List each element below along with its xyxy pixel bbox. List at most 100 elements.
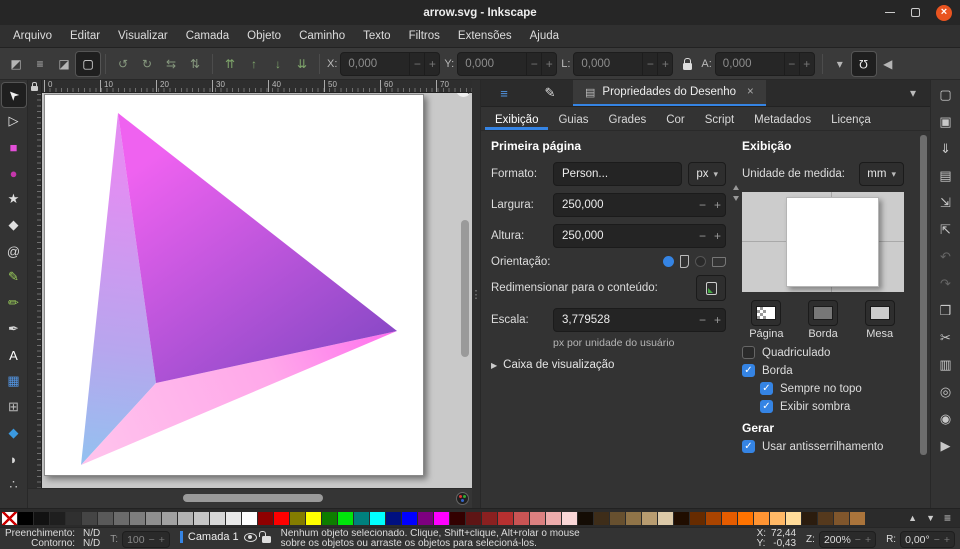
scale-input[interactable]: 3,779528 − + [553,308,726,332]
checkbox-row[interactable]: ✓ Sempre no topo [760,382,904,395]
menu-item[interactable]: Filtros [400,27,449,45]
decrement-icon[interactable]: − [149,534,155,546]
collapse-snapbar-button[interactable]: ◀ [876,52,900,76]
height-input[interactable]: 0,000 − + [714,51,815,76]
increment-icon[interactable]: + [541,52,556,75]
palette-swatch[interactable] [770,511,785,525]
format-input[interactable]: Person... [553,162,683,186]
menu-item[interactable]: Visualizar [109,27,177,45]
tool-button[interactable]: @ [2,239,26,263]
color-management-icon[interactable] [456,492,469,505]
resize-to-content-button[interactable] [696,275,726,301]
opacity-input[interactable]: 100 − + [122,531,170,548]
palette-swatch[interactable] [738,511,753,525]
command-button[interactable]: ▤ [935,166,957,186]
palette-swatch[interactable] [258,511,273,525]
palette-swatch[interactable] [354,511,369,525]
command-button[interactable]: ▢ [935,85,957,105]
panel-subtab[interactable]: Grades [599,107,657,130]
palette-swatch[interactable] [754,511,769,525]
panel-scrollbar[interactable] [920,135,927,455]
quick-zoom-button[interactable] [456,93,471,97]
increment-icon[interactable]: + [159,534,165,546]
horizontal-ruler[interactable]: 0 10 20 30 40 50 60 70 [42,80,472,93]
tab-document-properties[interactable]: ▤ Propriedades do Desenho × [573,80,766,106]
tool-button[interactable]: ● [2,161,26,185]
horizontal-scrollbar[interactable] [183,494,323,502]
palette-swatch[interactable] [546,511,561,525]
increment-icon[interactable]: + [798,52,814,75]
command-button[interactable]: ✂ [935,328,957,348]
toolbar-overflow-button[interactable]: ▾ [828,52,852,76]
palette-swatch[interactable] [274,511,289,525]
panel-subtab[interactable]: Metadados [744,107,821,130]
menu-item[interactable]: Ajuda [521,27,568,45]
palette-swatch[interactable] [82,511,97,525]
transform-button[interactable]: ⇅ [183,52,207,76]
checkbox[interactable]: ✓ [760,400,773,413]
palette-swatch[interactable] [34,511,49,525]
tool-button[interactable]: A [2,343,26,367]
canvas-viewport[interactable] [42,93,472,488]
width-input[interactable]: 0,000 − + [573,51,674,76]
decrement-icon[interactable]: − [695,198,710,212]
layer-indicator[interactable]: Camada 1 [179,531,271,543]
palette-swatch[interactable] [194,511,209,525]
zoom-input[interactable]: 200% − + [818,531,877,548]
palette-scroll-up-icon[interactable]: ▲ [908,513,917,523]
decrement-icon[interactable]: − [526,52,541,75]
display-unit-dropdown[interactable]: mm ▾ [859,162,904,186]
menu-item[interactable]: Caminho [290,27,354,45]
checkbox-row[interactable]: ✓ Quadriculado [742,346,904,359]
command-button[interactable]: ▣ [935,112,957,132]
palette-menu-icon[interactable]: ≡ [944,511,951,525]
palette-swatch[interactable] [578,511,593,525]
palette-swatch[interactable] [530,511,545,525]
palette-swatch[interactable] [482,511,497,525]
ruler-corner[interactable] [28,80,42,93]
palette-swatch[interactable] [562,511,577,525]
command-button[interactable]: ⇲ [935,193,957,213]
palette-swatch[interactable] [466,511,481,525]
increment-icon[interactable]: + [944,534,950,546]
decrement-icon[interactable]: − [934,534,940,546]
palette-scroll-down-icon[interactable]: ▼ [926,513,935,523]
link-dimensions-control[interactable] [733,185,739,201]
palette-swatch[interactable] [386,511,401,525]
vertical-scrollbar[interactable] [461,220,469,357]
rotation-input[interactable]: 0,00° − + [900,531,955,548]
color-swatch-button[interactable] [864,300,895,326]
palette-swatch[interactable] [498,511,513,525]
arrow-drawing[interactable] [45,95,425,477]
landscape-radio[interactable] [695,256,706,267]
select-option-button[interactable]: ◩ [4,52,28,76]
decrement-icon[interactable]: − [855,534,861,546]
palette-swatch[interactable] [402,511,417,525]
palette-swatch[interactable] [722,511,737,525]
layer-lock-icon[interactable] [258,531,271,543]
transform-button[interactable]: ⇆ [159,52,183,76]
palette-swatch[interactable] [18,511,33,525]
page-height-input[interactable]: 250,000 − + [553,224,726,248]
palette-swatch[interactable] [802,511,817,525]
antialias-checkbox-row[interactable]: ✓ Usar antisserrilhamento [742,440,904,453]
menu-item[interactable]: Texto [354,27,400,45]
tool-button[interactable]: ▦ [2,369,26,393]
palette-swatch[interactable] [690,511,705,525]
checkbox[interactable]: ✓ [742,364,755,377]
command-button[interactable]: ⇓ [935,139,957,159]
palette-swatch[interactable] [226,511,241,525]
tool-button[interactable]: ➤ [1,83,26,107]
palette-swatch[interactable] [50,511,65,525]
command-button[interactable]: ◉ [935,409,957,429]
increment-icon[interactable]: + [710,313,725,327]
viewbox-expander[interactable]: ▶ Caixa de visualização [491,359,726,371]
format-unit-dropdown[interactable]: px ▾ [688,162,726,186]
decrement-icon[interactable]: − [783,52,799,75]
checkbox[interactable]: ✓ [760,382,773,395]
increment-icon[interactable]: + [424,52,439,75]
decrement-icon[interactable]: − [409,52,424,75]
command-button[interactable]: ↷ [935,274,957,294]
menu-item[interactable]: Objeto [238,27,290,45]
dock-menu-button[interactable]: ▾ [896,80,930,106]
